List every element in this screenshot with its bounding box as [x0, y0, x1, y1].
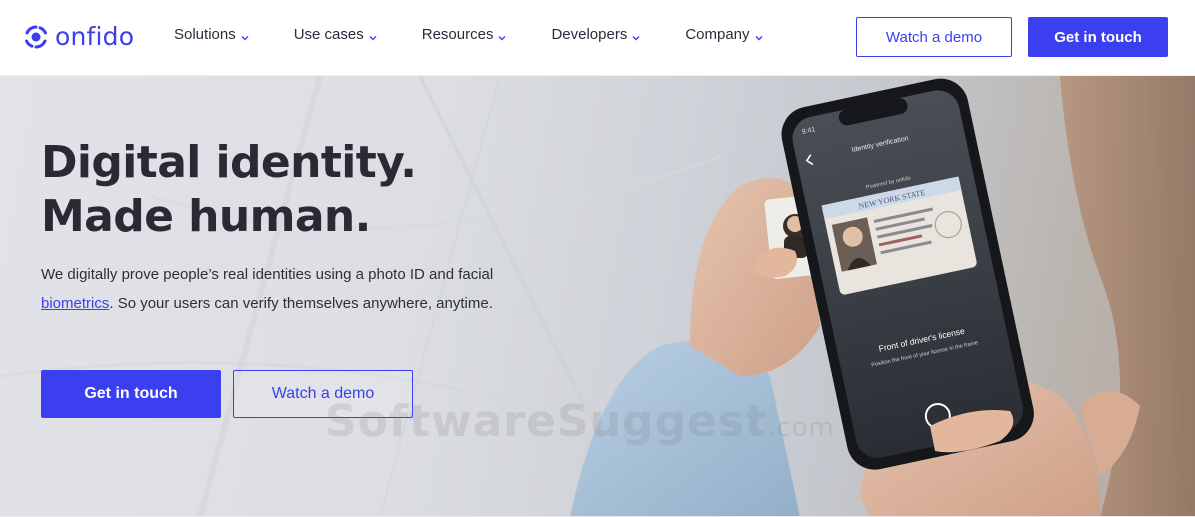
menu-solutions-label: Solutions	[174, 26, 236, 43]
chevron-down-icon	[631, 30, 641, 40]
headline-line-1: Digital identity.	[41, 137, 417, 188]
chevron-down-icon	[240, 30, 250, 40]
menu-use-cases-label: Use cases	[293, 26, 364, 43]
hero-description: We digitally prove people’s real identit…	[41, 261, 511, 318]
top-navigation: onfido Solutions Use cases Resources Dev…	[0, 0, 1195, 76]
menu-resources[interactable]: Resources	[422, 26, 508, 43]
menu-solutions[interactable]: Solutions	[174, 26, 250, 43]
main-menu: Solutions Use cases Resources Developers…	[174, 26, 808, 43]
menu-resources-label: Resources	[421, 26, 494, 43]
chevron-down-icon	[497, 30, 507, 40]
nav-get-in-touch-button[interactable]: Get in touch	[1028, 17, 1168, 57]
menu-use-cases[interactable]: Use cases	[294, 26, 378, 43]
chevron-down-icon	[754, 30, 764, 40]
menu-developers-label: Developers	[551, 26, 628, 43]
hero-watch-demo-button[interactable]: Watch a demo	[233, 370, 413, 418]
description-part-1: We digitally prove people’s real identit…	[41, 266, 494, 283]
brand-logo[interactable]: onfido	[23, 22, 134, 51]
hero-illustration: 9:41 Identity verification Powered by on…	[570, 76, 1195, 517]
onfido-logo-icon	[23, 24, 49, 50]
hero-get-in-touch-button[interactable]: Get in touch	[41, 370, 221, 418]
menu-company[interactable]: Company	[685, 26, 763, 43]
brand-name: onfido	[55, 22, 135, 51]
nav-watch-demo-button[interactable]: Watch a demo	[856, 17, 1012, 57]
biometrics-link[interactable]: biometrics	[41, 295, 109, 312]
chevron-down-icon	[368, 30, 378, 40]
menu-company-label: Company	[685, 26, 750, 43]
description-part-2: . So your users can verify themselves an…	[109, 294, 493, 312]
headline-line-2: Made human.	[41, 191, 371, 242]
hero-headline: Digital identity. Made human.	[41, 136, 417, 244]
menu-developers[interactable]: Developers	[551, 26, 641, 43]
